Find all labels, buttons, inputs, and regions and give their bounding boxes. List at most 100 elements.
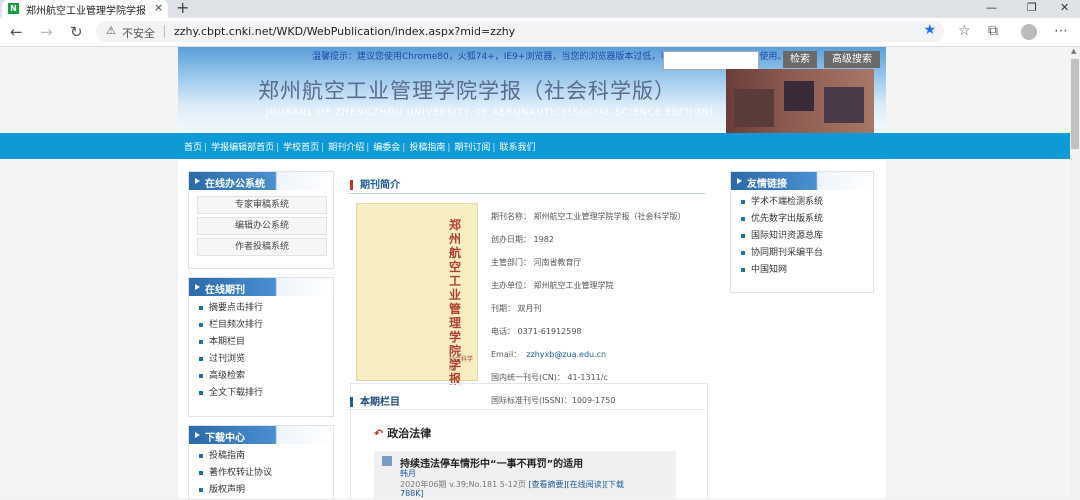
web-page: 温馨提示：建议您使用Chrome80，火狐74+，IE9+浏览器，当您的浏览器版… [0,47,1070,500]
journal-title-en: JOURANL OF ZHENGZHOU UNIVERSITY OF AERON… [266,108,715,118]
campus-building-image [726,69,874,133]
list-item[interactable]: 学术不端检测系统 [741,194,823,207]
nav-item[interactable]: 投稿指南 [409,143,445,153]
nav-separator: | [402,143,406,153]
list-item[interactable]: 全文下载排行 [199,385,263,398]
forward-button[interactable]: → [40,23,53,41]
main-content: 在线办公系统 专家审稿系统 编辑办公系统 作者投稿系统 在线期刊 摘要点击排行 … [178,159,886,500]
list-item[interactable]: 高级检索 [199,368,245,381]
list-item[interactable]: 摘要点击排行 [199,300,263,313]
nav-item[interactable]: 期刊订阅 [454,143,490,153]
list-item[interactable]: 著作权转让协议 [199,465,272,478]
links-panel-header: 友情链接 [731,172,873,190]
favorites-icon[interactable]: ☆ [958,23,971,39]
info-name: 期刊名称： 郑州航空工业管理学院学报（社会科学版） [491,212,686,221]
collections-icon[interactable]: ⧉ [988,23,998,39]
bullet-icon [199,453,203,458]
nav-item[interactable]: 编委会 [373,143,400,153]
advanced-search-button[interactable]: 高级搜索 [824,51,880,68]
article-author[interactable]: 韩月 [400,468,416,479]
bullet-icon [741,216,745,221]
list-item[interactable]: 优先数字出版系统 [741,211,823,224]
nav-item[interactable]: 学校首页 [283,143,319,153]
url-text[interactable]: zzhy.cbpt.cnki.net/WKD/WebPublication/in… [174,25,515,38]
scroll-up-icon[interactable]: ▲ [1071,47,1076,55]
column-heading: ↶ 政治法律 [374,427,432,440]
close-window-button[interactable]: ✕ [1060,1,1069,14]
reload-button[interactable]: ↻ [70,23,83,41]
section-marker-icon [350,397,353,407]
nav-items: 首页 | 学报编辑部首页 | 学校首页 | 期刊介绍 | 编委会 | 投稿指南 | 期刊订阅 | 联系我们 [184,140,537,153]
search-button[interactable]: 检索 [783,51,817,68]
article-title[interactable]: 持续违法停车情形中“一事不再罚”的适用 [400,455,583,470]
email-link[interactable]: zzhyxb@zua.edu.cn [526,350,606,359]
maximize-window-button[interactable]: ❐ [1027,1,1037,14]
profile-avatar[interactable] [1021,24,1037,40]
nav-item[interactable]: 学报编辑部首页 [211,143,274,153]
new-tab-button[interactable]: + [176,0,189,17]
info-period: 刊期： 双月刊 [491,304,542,313]
download-panel-title: 下载中心 [205,433,245,444]
info-cn: 国内统一刊号(CN)： 41-1311/c [491,373,608,382]
download-panel-header: 下载中心 [189,426,333,444]
nav-item[interactable]: 期刊介绍 [328,143,364,153]
bullet-icon [199,390,203,395]
links-panel: 友情链接 学术不端检测系统 优先数字出版系统 国际知识资源总库 协同期刊采编平台… [730,171,874,293]
address-bar[interactable]: ⚠ 不安全 zzhy.cbpt.cnki.net/WKD/WebPublicat… [96,21,944,42]
minimize-window-button[interactable]: — [986,1,997,14]
intro-section-title: 期刊简介 [350,176,400,191]
editor-system-button[interactable]: 编辑办公系统 [197,217,327,235]
reviewer-system-button[interactable]: 专家审稿系统 [197,196,327,214]
nav-separator: | [276,143,280,153]
list-item[interactable]: 本期栏目 [199,334,245,347]
list-item[interactable]: 中国知网 [741,262,787,275]
browser-tab[interactable]: N 郑州航空工业管理学院学报（社… × [2,0,168,18]
list-item[interactable]: 版权声明 [199,482,245,495]
warning-icon[interactable]: ⚠ [106,24,116,37]
article-meta: 2020年06期 v.39;No.181 5-12页 [查看摘要][在线阅读][… [400,480,625,489]
bullet-icon [741,267,745,272]
tab-title: 郑州航空工业管理学院学报（社… [26,6,148,17]
author-system-button[interactable]: 作者投稿系统 [197,238,327,256]
security-label[interactable]: 不安全 [122,25,155,41]
list-item[interactable]: 协同期刊采编平台 [741,245,823,258]
list-item[interactable]: 栏目频次排行 [199,317,263,330]
read-online-link[interactable]: [在线阅读] [567,480,605,489]
bookmark-star-icon[interactable]: ★ [923,22,936,38]
current-issue-title: 本期栏目 [350,393,400,408]
cover-subtitle: 社会科学版 [449,356,474,372]
list-item[interactable]: 投稿指南 [199,448,245,461]
download-link[interactable]: [下载 [605,480,624,489]
download-panel: 下载中心 投稿指南 著作权转让协议 版权声明 [188,425,334,500]
journal-cover-image[interactable]: 郑州航空工业管理学院学报 社会科学版 [356,203,478,386]
bullet-icon [199,470,203,475]
close-tab-icon[interactable]: × [154,1,163,14]
nav-separator: | [204,143,208,153]
info-supervisor: 主管部门： 河南省教育厅 [491,258,582,267]
bullet-icon [199,339,203,344]
scroll-thumb[interactable] [1071,59,1079,149]
section-divider [348,193,706,194]
nav-item[interactable]: 联系我们 [499,143,535,153]
bullet-icon [199,322,203,327]
bullet-icon [199,356,203,361]
nav-separator: | [492,143,496,153]
bullet-icon [741,233,745,238]
bullet-icon [199,487,203,492]
office-panel-header: 在线办公系统 [189,172,333,190]
address-toolbar: ← → ↻ ⚠ 不安全 zzhy.cbpt.cnki.net/WKD/WebPu… [0,18,1080,47]
menu-icon[interactable]: ⋯ [1054,23,1068,39]
list-item[interactable]: 国际知识资源总库 [741,228,823,241]
site-banner: 温馨提示：建议您使用Chrome80，火狐74+，IE9+浏览器，当您的浏览器版… [178,47,886,133]
address-divider [164,25,165,38]
bullet-icon [199,373,203,378]
search-input[interactable] [663,51,759,70]
journal-title-cn: 郑州航空工业管理学院学报（社会科学版） [258,79,676,103]
list-item[interactable]: 过刊浏览 [199,351,245,364]
back-button[interactable]: ← [10,23,23,41]
page-scrollbar[interactable]: ▲ [1070,47,1080,498]
nav-item[interactable]: 首页 [184,143,202,153]
nav-separator: | [447,143,451,153]
section-divider [348,409,706,410]
view-abstract-link[interactable]: [查看摘要] [528,480,566,489]
